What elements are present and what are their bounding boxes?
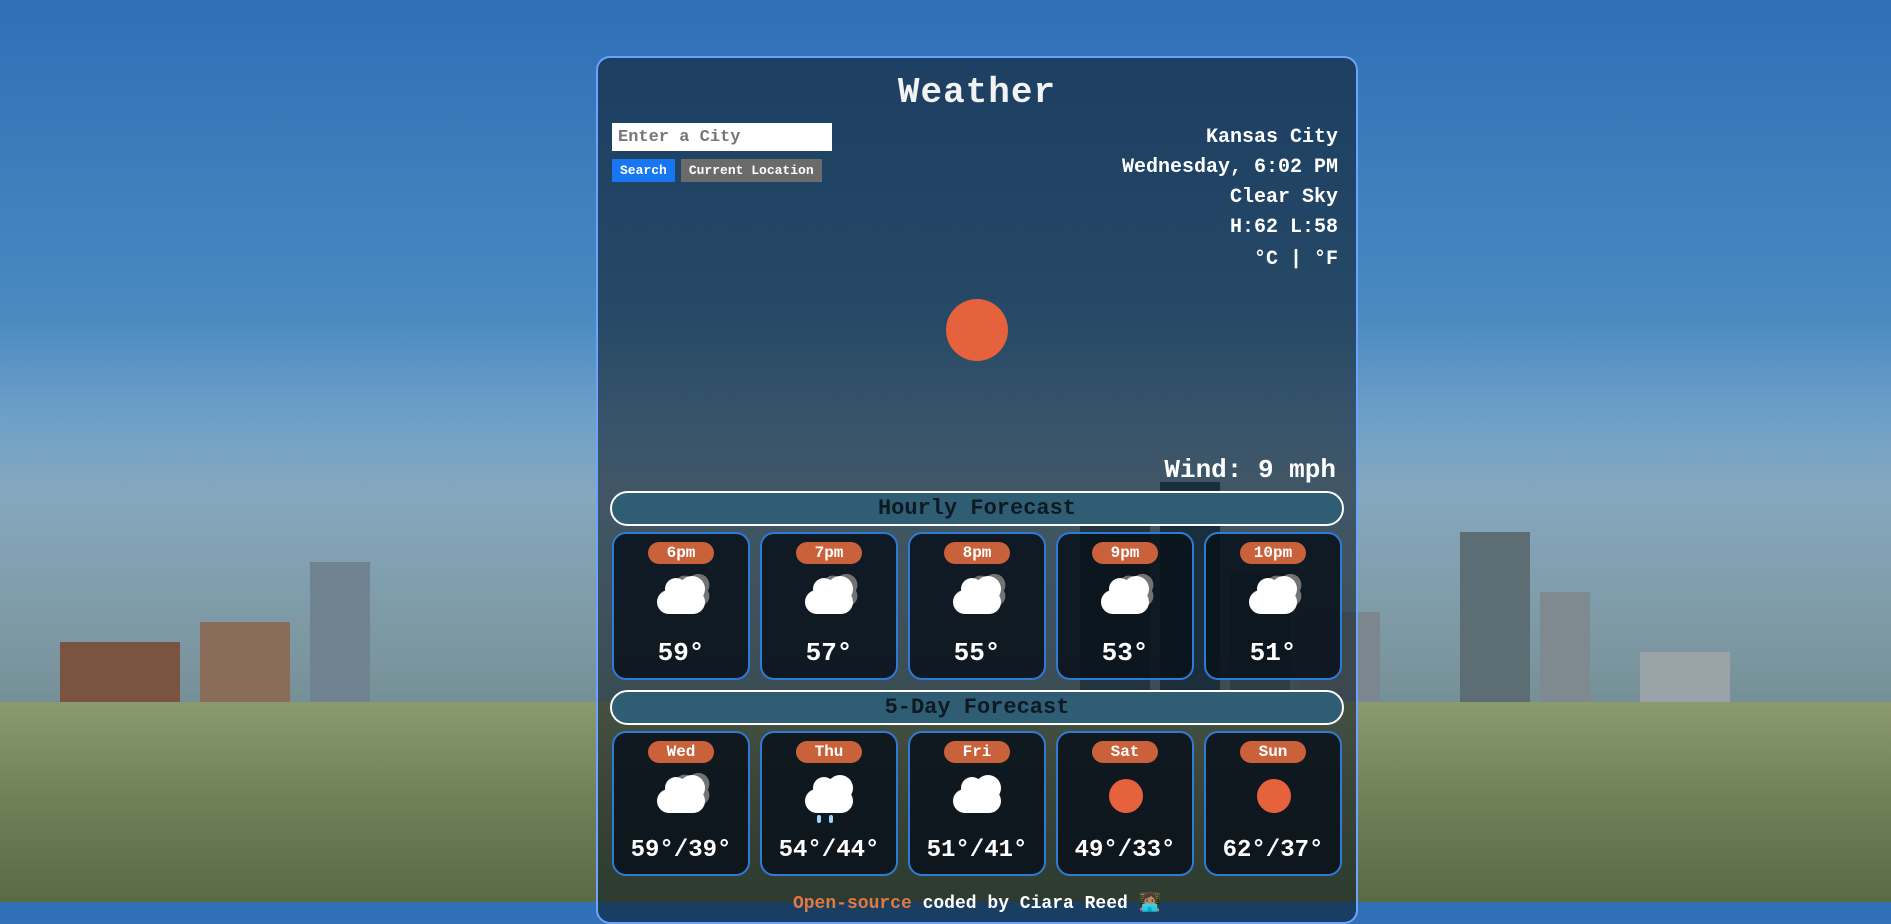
daily-tiles: Wed 59°/39° Thu 54°/44° Fri 51°/41° Sat 49°/33°…	[610, 731, 1344, 884]
daily-temp: 51°/41°	[927, 837, 1028, 864]
daily-label: Wed	[648, 741, 714, 763]
sun-icon	[1109, 779, 1143, 813]
daily-label: Sat	[1092, 741, 1158, 763]
cloud-icon	[953, 789, 1001, 813]
daily-label: Fri	[944, 741, 1010, 763]
wind-readout: Wind: 9 mph	[610, 455, 1344, 485]
daily-header: 5-Day Forecast	[610, 690, 1344, 725]
cloud-icon	[657, 590, 705, 614]
hourly-icon	[651, 576, 711, 620]
hourly-icon	[799, 576, 859, 620]
city-input[interactable]	[612, 123, 832, 151]
daily-icon	[1243, 775, 1303, 819]
unit-celsius[interactable]: °C	[1254, 248, 1278, 271]
hourly-label: 10pm	[1240, 542, 1306, 564]
weather-card: Weather Search Current Location Kansas C…	[596, 56, 1358, 924]
daily-tile: Wed 59°/39°	[612, 731, 750, 876]
hourly-tile: 6pm 59°	[612, 532, 750, 680]
footer: Open-source coded by Ciara Reed 👩🏽‍💻	[610, 884, 1344, 916]
search-column: Search Current Location	[612, 123, 832, 182]
hourly-temp: 59°	[658, 638, 705, 668]
datetime: Wednesday, 6:02 PM	[1122, 153, 1338, 183]
cloud-icon	[805, 789, 853, 813]
app-title: Weather	[610, 58, 1344, 123]
footer-text: coded by Ciara Reed	[912, 894, 1139, 914]
open-source-link[interactable]: Open-source	[793, 894, 912, 914]
coder-emoji: 👩🏽‍💻	[1139, 894, 1161, 914]
hourly-tile: 9pm 53°	[1056, 532, 1194, 680]
daily-label: Thu	[796, 741, 862, 763]
cloud-icon	[657, 789, 705, 813]
hourly-tile: 7pm 57°	[760, 532, 898, 680]
daily-tile: Thu 54°/44°	[760, 731, 898, 876]
city-name: Kansas City	[1122, 123, 1338, 153]
current-icon-area	[610, 275, 1344, 455]
hourly-icon	[1243, 576, 1303, 620]
current-location-button[interactable]: Current Location	[681, 159, 822, 182]
hourly-tiles: 6pm 59° 7pm 57° 8pm 55° 9pm 53° 10pm 51°	[610, 532, 1344, 688]
sun-icon	[1257, 779, 1291, 813]
hourly-temp: 51°	[1250, 638, 1297, 668]
rain-icon	[817, 815, 821, 823]
hourly-icon	[1095, 576, 1155, 620]
daily-tile: Sat 49°/33°	[1056, 731, 1194, 876]
unit-fahrenheit[interactable]: °F	[1314, 248, 1338, 271]
daily-temp: 59°/39°	[631, 837, 732, 864]
hourly-label: 7pm	[796, 542, 862, 564]
cloud-icon	[953, 590, 1001, 614]
search-button[interactable]: Search	[612, 159, 675, 182]
unit-separator: |	[1278, 248, 1314, 271]
hourly-icon	[947, 576, 1007, 620]
daily-icon	[947, 775, 1007, 819]
cloud-icon	[1249, 590, 1297, 614]
daily-tile: Fri 51°/41°	[908, 731, 1046, 876]
cloud-icon	[805, 590, 853, 614]
rain-icon	[829, 815, 833, 823]
daily-icon	[651, 775, 711, 819]
sun-icon	[946, 299, 1008, 361]
hourly-temp: 57°	[806, 638, 853, 668]
hourly-label: 9pm	[1092, 542, 1158, 564]
hourly-label: 8pm	[944, 542, 1010, 564]
hourly-header: Hourly Forecast	[610, 491, 1344, 526]
hi-lo: H:62 L:58	[1122, 213, 1338, 243]
daily-temp: 54°/44°	[779, 837, 880, 864]
condition: Clear Sky	[1122, 183, 1338, 213]
hourly-temp: 55°	[954, 638, 1001, 668]
daily-icon	[799, 775, 859, 819]
hourly-label: 6pm	[648, 542, 714, 564]
daily-tile: Sun 62°/37°	[1204, 731, 1342, 876]
cloud-icon	[1101, 590, 1149, 614]
hourly-tile: 10pm 51°	[1204, 532, 1342, 680]
daily-icon	[1095, 775, 1155, 819]
hourly-tile: 8pm 55°	[908, 532, 1046, 680]
daily-temp: 62°/37°	[1223, 837, 1324, 864]
hourly-temp: 53°	[1102, 638, 1149, 668]
daily-label: Sun	[1240, 741, 1306, 763]
daily-temp: 49°/33°	[1075, 837, 1176, 864]
unit-toggle: °C | °F	[1122, 245, 1338, 275]
current-info: Kansas City Wednesday, 6:02 PM Clear Sky…	[1122, 123, 1342, 275]
